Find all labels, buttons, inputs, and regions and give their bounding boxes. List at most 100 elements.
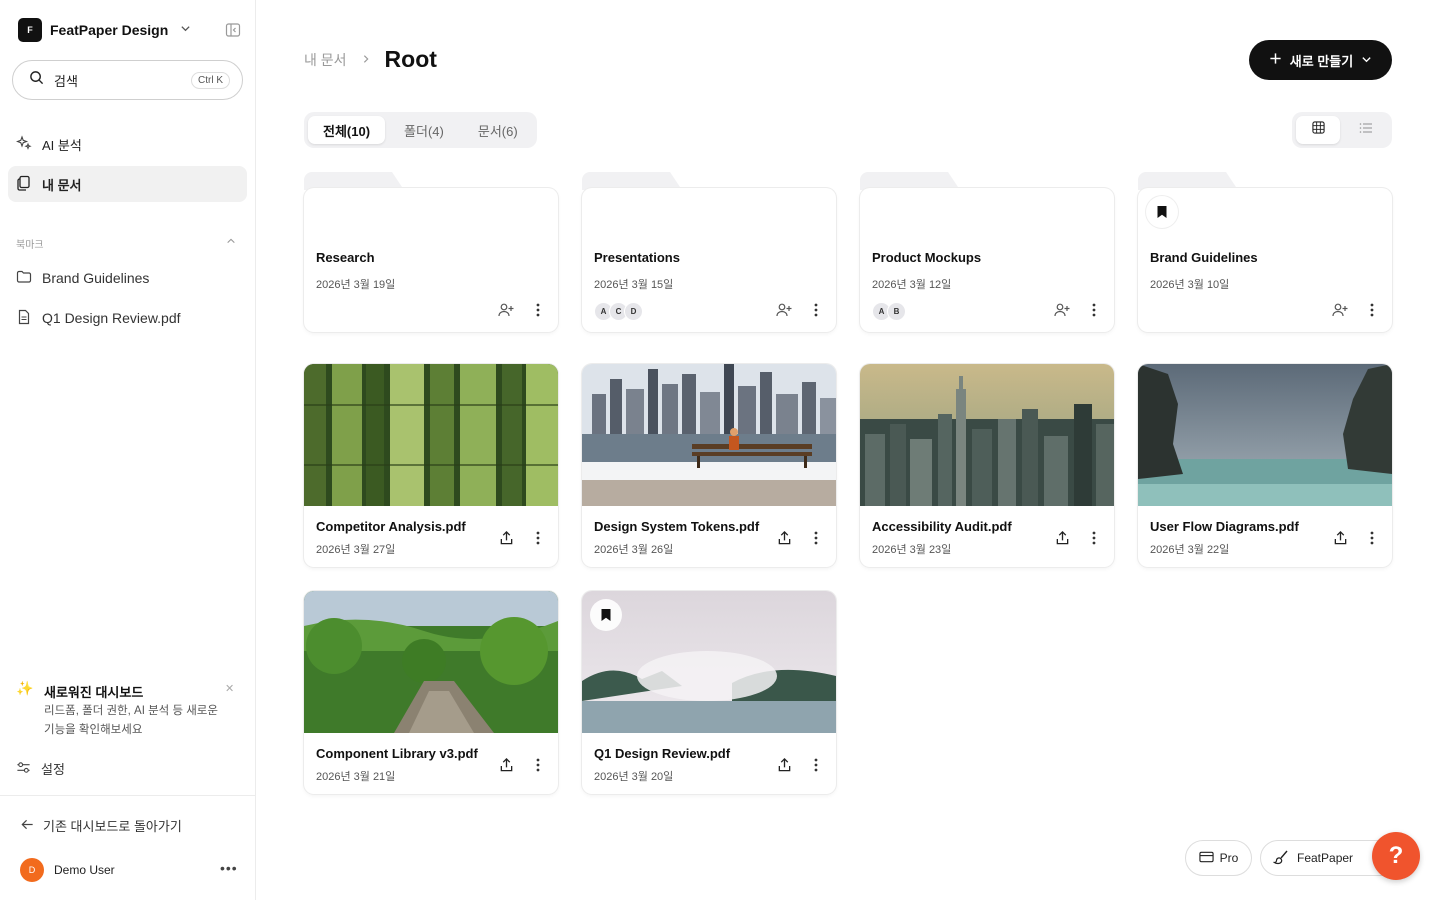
workspace-logo: F bbox=[18, 18, 42, 42]
grid-view-button[interactable] bbox=[1296, 116, 1340, 144]
user-name: Demo User bbox=[54, 863, 115, 877]
share-icon[interactable] bbox=[496, 755, 516, 775]
document-date: 2026년 3월 26일 bbox=[594, 544, 674, 556]
document-date: 2026년 3월 21일 bbox=[316, 771, 396, 783]
document-card[interactable]: Q1 Design Review.pdf 2026년 3월 20일 bbox=[582, 591, 836, 794]
document-card[interactable]: Competitor Analysis.pdf 2026년 3월 27일 bbox=[304, 364, 558, 567]
bookmarks-section-label: 북마크 bbox=[16, 240, 44, 251]
document-thumbnail bbox=[860, 364, 1114, 506]
brand-label: FeatPaper bbox=[1297, 851, 1354, 865]
sliders-icon bbox=[16, 760, 31, 778]
back-to-legacy-dashboard-link[interactable]: 기존 대시보드로 돌아가기 bbox=[20, 816, 182, 835]
sidebar-divider bbox=[0, 795, 256, 796]
document-title: Competitor Analysis.pdf bbox=[316, 519, 466, 534]
settings-link[interactable]: 설정 bbox=[16, 759, 65, 778]
search-icon bbox=[29, 70, 44, 90]
tab-all[interactable]: 전체(10) bbox=[308, 116, 386, 144]
user-profile[interactable]: D Demo User bbox=[20, 858, 115, 882]
bookmark-label: Brand Guidelines bbox=[42, 270, 150, 286]
document-card[interactable]: User Flow Diagrams.pdf 2026년 3월 22일 bbox=[1138, 364, 1392, 567]
bookmark-icon[interactable] bbox=[590, 599, 622, 631]
share-icon[interactable] bbox=[774, 755, 794, 775]
create-new-label: 새로 만들기 bbox=[1289, 53, 1354, 69]
more-vertical-icon[interactable] bbox=[806, 300, 826, 320]
folder-card[interactable]: Product Mockups 2026년 3월 12일 A B bbox=[860, 172, 1114, 332]
more-vertical-icon[interactable] bbox=[1084, 300, 1104, 320]
share-icon[interactable] bbox=[774, 528, 794, 548]
member-avatars: A C D bbox=[594, 302, 643, 321]
folder-card[interactable]: Research 2026년 3월 19일 bbox=[304, 172, 558, 332]
sparkle-icon: ✨ bbox=[16, 680, 34, 696]
document-card[interactable]: Accessibility Audit.pdf 2026년 3월 23일 bbox=[860, 364, 1114, 567]
document-title: Component Library v3.pdf bbox=[316, 746, 478, 761]
search-box[interactable]: 검색 Ctrl K bbox=[12, 60, 243, 100]
grid-icon bbox=[1311, 121, 1325, 139]
more-vertical-icon[interactable] bbox=[1362, 300, 1382, 320]
add-user-icon[interactable] bbox=[496, 300, 516, 320]
folder-date: 2026년 3월 15일 bbox=[594, 279, 674, 291]
promo-description: 리드폼, 폴더 권한, AI 분석 등 새로운 기능을 확인해보세요 bbox=[44, 705, 218, 736]
document-thumbnail bbox=[304, 364, 558, 506]
plus-icon bbox=[1269, 52, 1282, 68]
search-shortcut: Ctrl K bbox=[191, 71, 230, 89]
folder-body: Research 2026년 3월 19일 bbox=[304, 188, 558, 332]
folder-date: 2026년 3월 10일 bbox=[1150, 279, 1230, 291]
more-vertical-icon[interactable] bbox=[1362, 528, 1382, 548]
tab-folders[interactable]: 폴더(4) bbox=[389, 116, 459, 144]
document-card[interactable]: Design System Tokens.pdf 2026년 3월 26일 bbox=[582, 364, 836, 567]
folder-title: Presentations bbox=[594, 250, 680, 265]
folder-body: Presentations 2026년 3월 15일 A C D bbox=[582, 188, 836, 332]
nav-item-label: 내 문서 bbox=[42, 177, 82, 193]
documents-icon bbox=[16, 175, 32, 194]
sparkles-icon bbox=[15, 134, 32, 154]
document-date: 2026년 3월 20일 bbox=[594, 771, 674, 783]
share-icon[interactable] bbox=[496, 528, 516, 548]
sidebar-collapse-icon[interactable] bbox=[225, 22, 241, 38]
more-vertical-icon[interactable] bbox=[806, 528, 826, 548]
nav-item-my-documents[interactable]: 내 문서 bbox=[8, 166, 247, 202]
pro-button[interactable]: Pro bbox=[1185, 840, 1252, 876]
chevron-right-icon bbox=[361, 52, 371, 67]
more-vertical-icon[interactable] bbox=[528, 528, 548, 548]
create-new-button[interactable]: 새로 만들기 bbox=[1249, 40, 1392, 80]
paintbrush-icon bbox=[1272, 849, 1289, 868]
folder-title: Product Mockups bbox=[872, 250, 982, 265]
avatar: D bbox=[624, 302, 643, 321]
close-icon[interactable]: ✕ bbox=[225, 682, 234, 695]
bookmark-item-q1-design-review[interactable]: Q1 Design Review.pdf bbox=[16, 308, 181, 328]
page-title: Root bbox=[384, 46, 437, 72]
bookmark-item-brand-guidelines[interactable]: Brand Guidelines bbox=[16, 268, 149, 288]
add-user-icon[interactable] bbox=[1330, 300, 1350, 320]
breadcrumb-parent[interactable]: 내 문서 bbox=[304, 50, 347, 70]
more-vertical-icon[interactable] bbox=[806, 755, 826, 775]
bookmark-label: Q1 Design Review.pdf bbox=[42, 310, 181, 326]
sidebar: F FeatPaper Design 검색 Ctrl K AI 분석 내 문서 … bbox=[0, 0, 256, 900]
avatar: D bbox=[20, 858, 44, 882]
more-vertical-icon[interactable] bbox=[528, 300, 548, 320]
tab-documents[interactable]: 문서(6) bbox=[463, 116, 533, 144]
bookmark-icon[interactable] bbox=[1146, 196, 1178, 228]
workspace-switcher[interactable]: F FeatPaper Design bbox=[18, 18, 191, 42]
document-date: 2026년 3월 23일 bbox=[872, 544, 952, 556]
folder-body: Product Mockups 2026년 3월 12일 A B bbox=[860, 188, 1114, 332]
folder-card[interactable]: Brand Guidelines 2026년 3월 10일 bbox=[1138, 172, 1392, 332]
list-view-button[interactable] bbox=[1344, 116, 1388, 144]
folder-card[interactable]: Presentations 2026년 3월 15일 A C D bbox=[582, 172, 836, 332]
add-user-icon[interactable] bbox=[1052, 300, 1072, 320]
share-icon[interactable] bbox=[1052, 528, 1072, 548]
folder-title: Brand Guidelines bbox=[1150, 250, 1258, 265]
more-horizontal-icon[interactable]: ••• bbox=[220, 860, 238, 876]
chevron-up-icon[interactable] bbox=[226, 236, 236, 249]
document-card[interactable]: Component Library v3.pdf 2026년 3월 21일 bbox=[304, 591, 558, 794]
add-user-icon[interactable] bbox=[774, 300, 794, 320]
help-button[interactable]: ? bbox=[1372, 832, 1420, 880]
share-icon[interactable] bbox=[1330, 528, 1350, 548]
filter-tabs: 전체(10) 폴더(4) 문서(6) bbox=[304, 112, 537, 148]
document-title: Accessibility Audit.pdf bbox=[872, 519, 1012, 534]
more-vertical-icon[interactable] bbox=[1084, 528, 1104, 548]
nav-item-ai-analysis[interactable]: AI 분석 bbox=[8, 126, 247, 162]
chevron-down-icon bbox=[1361, 53, 1372, 68]
list-icon bbox=[1359, 121, 1373, 139]
more-vertical-icon[interactable] bbox=[528, 755, 548, 775]
document-thumbnail bbox=[582, 364, 836, 506]
